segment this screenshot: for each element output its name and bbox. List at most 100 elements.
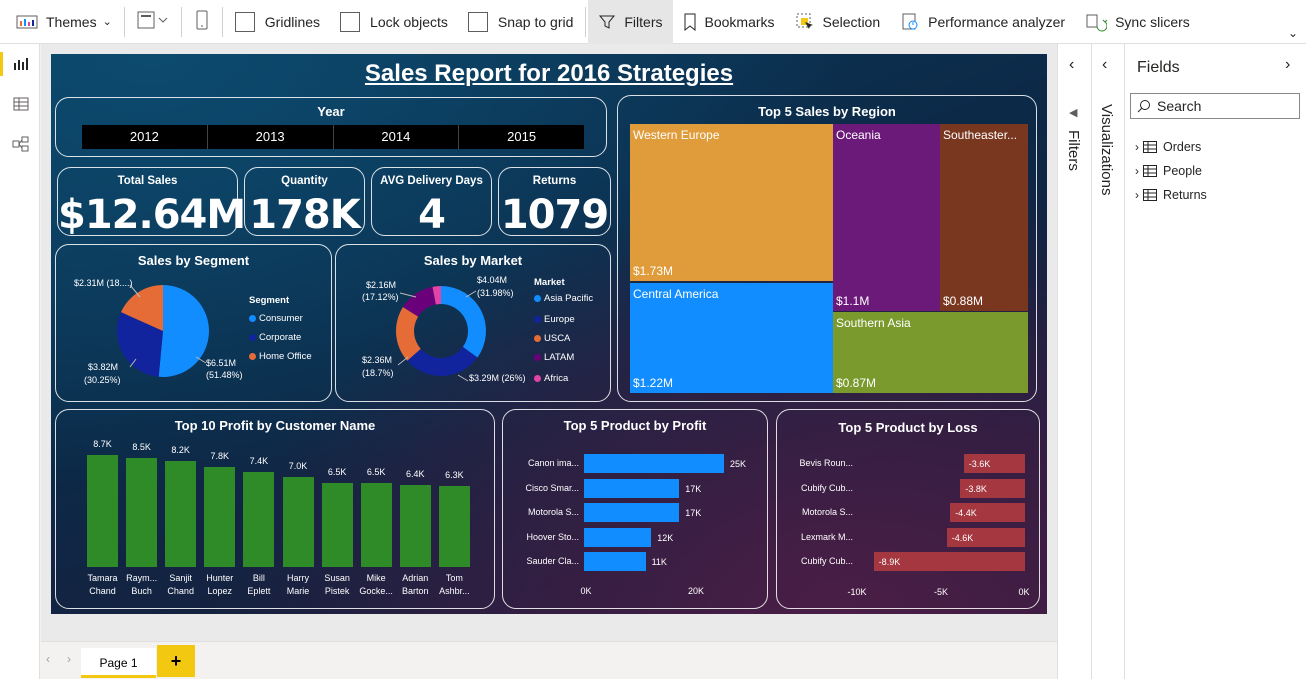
legend-item[interactable]: Corporate [249,332,301,343]
sales-by-segment-chart[interactable]: Sales by Segment $2.31M (18....) $3.82M … [55,244,332,402]
year-option[interactable]: 2014 [334,125,460,149]
legend-item[interactable]: Europe [534,314,575,325]
page-view-button[interactable] [127,0,179,44]
tile-value: $1.73M [633,264,674,278]
selection-button[interactable]: Selection [785,0,891,44]
top-profit-by-customer-chart[interactable]: Top 10 Profit by Customer Name 8.7K Tamar… [55,409,495,609]
segment-slice-consumer[interactable] [158,285,210,377]
lock-objects-toggle[interactable]: Lock objects [330,0,458,44]
data-label: 8.2K [171,445,190,456]
column-bar[interactable] [399,484,431,567]
column-bar[interactable] [360,483,392,567]
view-ribbon: Themes ⌄ Gridlines Lock objects Snap to … [0,0,1306,44]
sync-slicers-button[interactable]: Sync slicers [1075,0,1200,44]
chevron-left-icon[interactable]: ‹ [1102,56,1107,74]
field-table-people[interactable]: › People [1135,164,1202,178]
data-view-icon[interactable] [10,93,32,115]
column-bar[interactable] [87,455,118,567]
column-bar[interactable] [438,485,470,567]
report-view-icon[interactable] [10,53,32,75]
top-product-by-loss-chart[interactable]: Top 5 Product by Loss Bevis Roun... -3.6K… [776,409,1040,609]
legend-title: Market [534,277,565,288]
kpi-avg-delivery-days[interactable]: AVG Delivery Days 4 [371,167,492,238]
page-tab-1[interactable]: Page 1 [81,648,156,678]
treemap-tile-southern-asia[interactable]: Southern Asia $0.87M [833,312,1028,393]
year-option[interactable]: 2015 [459,125,584,149]
column-bar[interactable] [282,476,314,567]
sales-by-market-chart[interactable]: Sales by Market $2.16M (17.12%) $2.36M (… [335,244,611,402]
legend-item[interactable]: Consumer [249,313,303,324]
hbar[interactable] [584,552,646,571]
bookmarks-button[interactable]: Bookmarks [673,0,785,44]
snap-to-grid-toggle[interactable]: Snap to grid [458,0,584,44]
next-page-icon[interactable]: › [67,652,71,666]
filters-pane-tab[interactable]: Filters [1065,130,1082,171]
column-bar[interactable] [321,483,353,567]
ribbon-collapse-chevron-icon[interactable]: ⌄ [1288,26,1298,40]
fields-title: Fields [1137,59,1180,76]
top-product-by-profit-chart[interactable]: Top 5 Product by Profit Canon ima... 25K C… [502,409,768,609]
field-table-returns[interactable]: › Returns [1135,188,1207,202]
kpi-total-sales[interactable]: Total Sales $12.64M [57,167,246,238]
kpi-returns[interactable]: Returns 1079 [498,167,611,238]
add-page-button[interactable]: + [157,645,195,677]
field-table-orders[interactable]: › Orders [1135,140,1201,154]
column-bar[interactable] [204,466,236,567]
pane-divider [1091,44,1092,679]
legend-item[interactable]: Africa [534,373,568,384]
legend-item[interactable]: USCA [534,333,570,344]
chevron-right-icon[interactable]: › [1285,56,1290,74]
kpi-quantity[interactable]: Quantity 178K [244,167,365,238]
column-bar[interactable] [165,461,197,567]
filters-button[interactable]: Filters [588,0,673,44]
visualizations-pane-tab[interactable]: Visualizations [1098,104,1115,195]
year-option[interactable]: 2012 [82,125,208,149]
gridlines-checkbox[interactable] [234,11,255,32]
legend-dot [534,354,541,361]
category-label-line: Ashbr... [439,586,470,596]
legend-item[interactable]: LATAM [534,352,574,363]
column-bar[interactable] [243,471,275,567]
segment-pie-slices [117,285,210,377]
category-label: Tamara Chand [81,572,124,598]
legend-item[interactable]: Asia Pacific [534,293,593,304]
view-switcher [0,44,40,679]
treemap-tile-central-america[interactable]: Central America $1.22M [630,283,833,393]
profit-bars: Canon ima... 25K Cisco Smar... 17K Motorola … [503,410,769,610]
top-sales-by-region-treemap[interactable]: Top 5 Sales by Region Western Europe $1.… [617,95,1037,402]
category-label: Cubify Cub... [800,482,853,493]
category-label-line: Hunter [206,573,234,583]
fields-search-input[interactable]: Search [1130,93,1300,119]
snap-to-grid-checkbox[interactable] [467,11,488,32]
data-label: 6.5K [327,467,347,478]
column-bar[interactable] [126,457,158,567]
legend-label: Europe [544,314,575,325]
gridlines-toggle[interactable]: Gridlines [225,0,330,44]
category-label: Hunter Lopez [198,572,241,598]
data-label: -4.6K [951,532,974,543]
ribbon-divider [180,6,182,37]
market-donut-slices [396,286,486,376]
prev-page-icon[interactable]: ‹ [46,652,50,666]
themes-button[interactable]: Themes ⌄ [0,0,122,44]
performance-analyzer-button[interactable]: Performance analyzer [890,0,1075,44]
hbar[interactable] [584,503,680,522]
lock-objects-checkbox[interactable] [340,11,361,32]
tile-value: $1.22M [633,376,674,390]
chevron-left-icon[interactable]: ‹ [1069,56,1074,74]
hbar[interactable] [584,478,680,498]
year-slicer-title: Year [317,104,345,119]
data-label: 11K [651,557,667,567]
treemap-tile-southeastern-asia[interactable]: Southeaster... $0.88M [940,124,1028,311]
hbar[interactable] [584,454,724,473]
mobile-layout-button[interactable] [184,0,220,44]
themes-label: Themes [46,13,97,30]
model-view-icon[interactable] [10,133,32,155]
treemap-tile-oceania[interactable]: Oceania $1.1M [833,124,940,311]
hbar[interactable] [584,527,652,547]
year-option[interactable]: 2013 [208,125,334,149]
ribbon-divider [585,6,587,37]
treemap-tile-western-europe[interactable]: Western Europe $1.73M [630,124,833,281]
legend-item[interactable]: Home Office [249,351,312,362]
pie-data-label: $3.82M [88,362,119,372]
